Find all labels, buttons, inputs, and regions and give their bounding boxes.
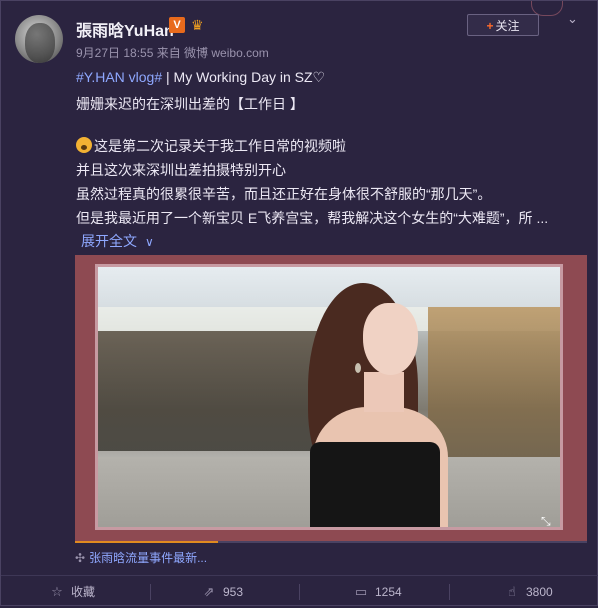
post-line-5: 虽然过程真的很累很辛苦，而且还正好在身体很不舒服的“那几天”。 — [76, 186, 492, 202]
thumbs-up-icon: ☝ — [508, 584, 516, 599]
post-title-text: | My Working Day in SZ♡ — [162, 69, 326, 85]
comment-button[interactable]: ▭ 1254 — [353, 576, 402, 608]
verified-badge-icon: V — [169, 17, 185, 33]
author-name[interactable]: 張雨晗YuHan — [76, 17, 174, 41]
weibo-post-card: 張雨晗YuHan V ♛ 9月27日 18:55 来自 微博 weibo.com… — [0, 0, 598, 606]
like-button[interactable]: ☝ 3800 — [504, 576, 553, 608]
collect-button[interactable]: ☆ 收藏 — [49, 576, 95, 608]
like-count: 3800 — [526, 585, 553, 599]
star-icon: ☆ — [51, 584, 63, 599]
face-emoji-icon — [76, 137, 92, 153]
repost-icon: ⇗ — [203, 584, 215, 599]
action-bar: ☆ 收藏 ⇗ 953 ▭ 1254 ☝ 3800 — [1, 575, 598, 607]
chevron-down-icon[interactable]: ⌄ — [567, 11, 585, 29]
post-meta: 9月27日 18:55 来自 微博 weibo.com — [76, 46, 269, 60]
fullscreen-icon[interactable]: ⤡ — [541, 514, 555, 528]
comment-count: 1254 — [375, 585, 402, 599]
comment-icon: ▭ — [354, 584, 368, 599]
member-crown-icon: ♛ — [191, 17, 204, 33]
hashtag-link[interactable]: #Y.HAN vlog# — [76, 69, 162, 85]
sparkle-icon: ✣ — [75, 551, 86, 565]
post-line-3: 这是第二次记录关于我工作日常的视频啦 — [76, 136, 346, 156]
related-topic-link[interactable]: ✣ 张雨晗流量事件最新... — [75, 549, 207, 566]
repost-button[interactable]: ⇗ 953 — [201, 576, 243, 608]
post-line-6: 但是我最近用了一个新宝贝 E飞养宫宝，帮我解决这个女生的“大难题”，所 ... — [76, 210, 549, 226]
post-line-3-text: 这是第二次记录关于我工作日常的视频啦 — [94, 138, 346, 154]
chevron-down-icon: ∨ — [145, 235, 154, 249]
related-topic-label: 张雨晗流量事件最新... — [89, 551, 208, 565]
follow-button[interactable]: + 关注 — [467, 14, 539, 36]
video-thumbnail[interactable] — [95, 264, 563, 530]
post-line-4: 并且这次来深圳出差拍摄特别开心 — [76, 162, 286, 178]
post-title-line: #Y.HAN vlog# | My Working Day in SZ♡ — [76, 69, 325, 86]
video-player[interactable]: ⤡ — [75, 255, 587, 541]
video-progress-fill — [75, 541, 219, 543]
follow-label: 关注 — [495, 19, 520, 33]
video-progress-bar[interactable] — [75, 541, 587, 543]
post-line-2: 姗姗来迟的在深圳出差的【工作日 】 — [76, 96, 304, 112]
author-avatar[interactable] — [15, 15, 63, 63]
expand-full-text-link[interactable]: 展开全文 ∨ — [81, 231, 154, 251]
plus-icon: + — [486, 19, 494, 33]
repost-count: 953 — [223, 585, 244, 599]
collect-label: 收藏 — [71, 585, 96, 599]
expand-label: 展开全文 — [81, 233, 137, 249]
